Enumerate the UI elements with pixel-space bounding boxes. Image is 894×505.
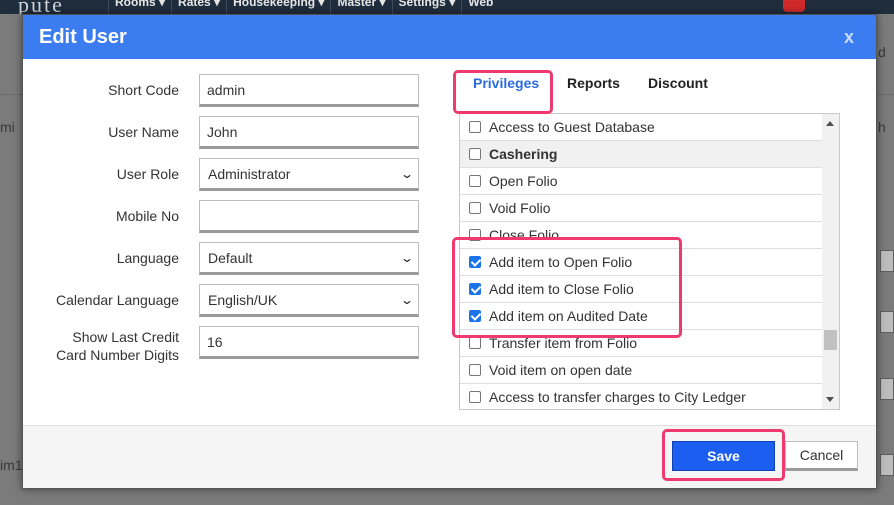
privileges-list: Access to Guest Database Cashering Open … (459, 113, 840, 410)
list-item[interactable]: Void Folio (460, 195, 823, 222)
close-icon[interactable]: x (844, 27, 854, 48)
privilege-label: Void Folio (489, 200, 551, 216)
privilege-label: Add item on Audited Date (489, 308, 648, 324)
app-nav: Rooms ▾ Rates ▾ Housekeeping ▾ Master ▾ … (108, 0, 499, 14)
chevron-down-icon: ⌄ (399, 166, 415, 181)
scroll-down-icon[interactable] (826, 397, 834, 402)
language-label: Language (116, 250, 179, 266)
privilege-label: Add item to Open Folio (489, 254, 633, 270)
privilege-label: Access to transfer charges to City Ledge… (489, 389, 746, 405)
list-group-header[interactable]: Cashering (460, 141, 823, 168)
list-item[interactable]: Access to Guest Database (460, 114, 823, 141)
list-item[interactable]: Close Folio (460, 222, 823, 249)
user-role-select[interactable]: Administrator ⌄ (199, 158, 419, 191)
privilege-checkbox[interactable] (469, 202, 481, 214)
list-item[interactable]: Add item to Close Folio (460, 276, 823, 303)
cancel-button[interactable]: Cancel (785, 441, 858, 471)
user-role-value: Administrator (208, 165, 291, 182)
privilege-label: Transfer item from Folio (489, 335, 638, 351)
privilege-label: Void item on open date (489, 362, 633, 378)
app-topbar: pute Rooms ▾ Rates ▾ Housekeeping ▾ Mast… (0, 0, 894, 17)
privilege-checkbox[interactable] (469, 148, 481, 160)
nav-settings[interactable]: Settings ▾ (391, 0, 462, 14)
user-name-input[interactable] (199, 116, 419, 149)
privilege-checkbox[interactable] (469, 364, 481, 376)
youtube-icon (783, 0, 805, 12)
mobile-no-input[interactable] (199, 200, 419, 233)
privilege-checkbox[interactable] (469, 175, 481, 187)
scroll-thumb[interactable] (824, 330, 837, 350)
last-digits-label-line1: Show Last Credit (72, 329, 179, 345)
list-item[interactable]: Add item on Audited Date (460, 303, 823, 330)
user-role-label: User Role (116, 166, 179, 182)
privilege-label: Open Folio (489, 173, 558, 189)
language-select[interactable]: Default ⌄ (199, 242, 419, 275)
nav-master[interactable]: Master ▾ (330, 0, 391, 14)
short-code-label: Short Code (108, 82, 179, 98)
last-digits-input[interactable] (199, 326, 419, 359)
privilege-label: Add item to Close Folio (489, 281, 634, 297)
privilege-checkbox[interactable] (469, 337, 481, 349)
privilege-label: Cashering (489, 146, 558, 162)
privilege-checkbox[interactable] (469, 121, 481, 133)
edit-user-dialog: Edit User x Short Code User Name User Ro… (22, 14, 877, 489)
list-item[interactable]: Access to transfer charges to City Ledge… (460, 384, 823, 409)
privilege-label: Access to Guest Database (489, 119, 655, 135)
privilege-checkbox[interactable] (469, 283, 481, 295)
save-button[interactable]: Save (672, 441, 775, 471)
privilege-checkbox[interactable] (469, 310, 481, 322)
short-code-input[interactable] (199, 74, 419, 107)
privilege-label: Close Folio (489, 227, 560, 243)
list-item[interactable]: Open Folio (460, 168, 823, 195)
privilege-checkbox[interactable] (469, 391, 481, 403)
nav-rooms[interactable]: Rooms ▾ (108, 0, 171, 14)
list-item[interactable]: Add item to Open Folio (460, 249, 823, 276)
privilege-checkbox[interactable] (469, 256, 481, 268)
user-name-label: User Name (108, 124, 179, 140)
mobile-no-label: Mobile No (115, 208, 179, 224)
calendar-language-value: English/UK (208, 291, 278, 308)
scroll-up-icon[interactable] (826, 121, 834, 126)
chevron-down-icon: ⌄ (399, 250, 415, 265)
nav-housekeeping[interactable]: Housekeeping ▾ (226, 0, 330, 14)
language-value: Default (208, 249, 253, 266)
chevron-down-icon: ⌄ (399, 292, 415, 307)
list-scrollbar[interactable] (822, 114, 839, 409)
dialog-header: Edit User x (23, 15, 876, 59)
nav-web[interactable]: Web (461, 0, 499, 14)
nav-rates[interactable]: Rates ▾ (171, 0, 226, 14)
tab-discount[interactable]: Discount (648, 75, 708, 91)
tab-reports[interactable]: Reports (567, 75, 620, 91)
calendar-language-label: Calendar Language (56, 292, 179, 308)
list-item[interactable]: Transfer item from Folio (460, 330, 823, 357)
calendar-language-select[interactable]: English/UK ⌄ (199, 284, 419, 317)
tab-privileges[interactable]: Privileges (473, 75, 539, 91)
last-digits-label-line2: Card Number Digits (56, 347, 179, 363)
privilege-checkbox[interactable] (469, 229, 481, 241)
list-item[interactable]: Void item on open date (460, 357, 823, 384)
dialog-title: Edit User (39, 26, 127, 48)
